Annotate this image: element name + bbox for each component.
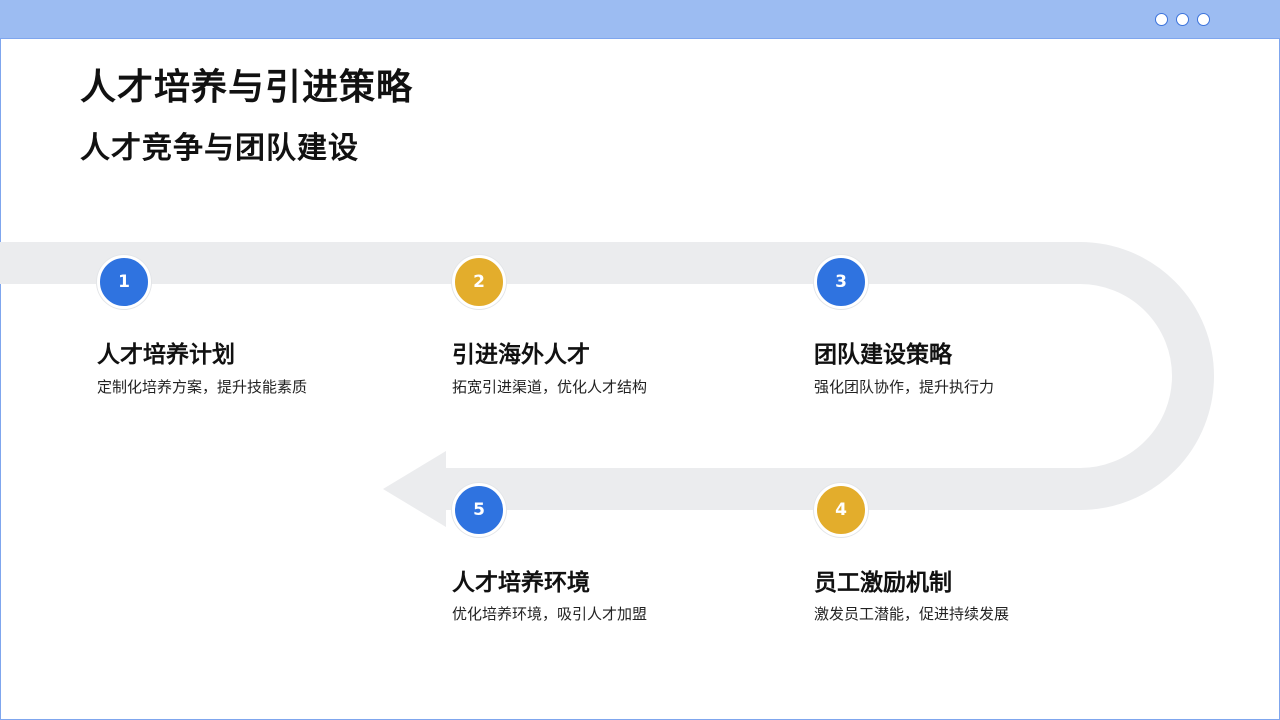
step-4-number: 4 [835,500,847,520]
step-3-title: 团队建设策略 [814,342,952,368]
step-2-desc: 拓宽引进渠道，优化人才结构 [452,378,648,396]
step-5-title: 人才培养环境 [452,570,590,596]
step-4-title: 员工激励机制 [814,570,952,596]
step-2-title: 引进海外人才 [452,342,590,368]
step-5-desc: 优化培养环境，吸引人才加盟 [452,605,648,623]
step-1-desc: 定制化培养方案，提升技能素质 [97,378,308,396]
step-1-number: 1 [118,272,130,292]
step-1-title: 人才培养计划 [97,342,235,368]
step-3-desc: 强化团队协作，提升执行力 [814,378,995,396]
step-2-number-badge: 2 [452,255,506,309]
step-5-number: 5 [473,500,485,520]
step-2-number: 2 [473,272,485,292]
step-1-number-badge: 1 [97,255,151,309]
step-4-desc: 激发员工潜能，促进持续发展 [814,605,1010,623]
step-3-number-badge: 3 [814,255,868,309]
track-arrowhead-icon [383,451,446,527]
step-3-number: 3 [835,272,847,292]
step-5-number-badge: 5 [452,483,506,537]
step-4-number-badge: 4 [814,483,868,537]
